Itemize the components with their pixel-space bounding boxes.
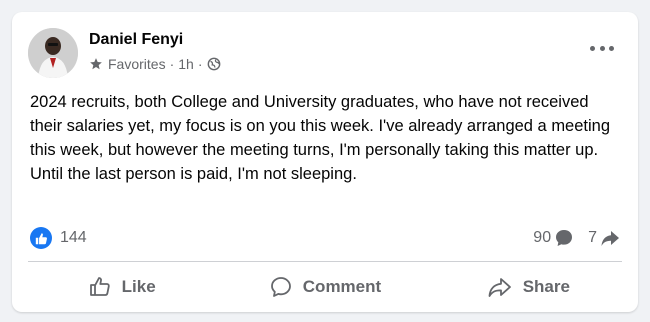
- engagement-summary: 90 7: [533, 228, 620, 248]
- globe-icon[interactable]: [207, 57, 221, 71]
- post-card: Daniel Fenyi Favorites · 1h · 2024 recru…: [12, 12, 638, 312]
- comment-button[interactable]: Comment: [223, 267, 426, 307]
- share-count-group[interactable]: 7: [588, 228, 620, 248]
- action-bar: Like Comment Share: [20, 267, 630, 307]
- more-options-button[interactable]: [590, 40, 614, 56]
- meta-separator: ·: [169, 56, 175, 72]
- like-label: Like: [121, 277, 156, 296]
- share-arrow-icon: [600, 228, 620, 248]
- comment-outline-icon: [269, 275, 293, 299]
- reaction-summary[interactable]: 144: [30, 227, 87, 249]
- dot: [599, 45, 605, 51]
- dot: [609, 45, 614, 51]
- comment-count[interactable]: 90: [533, 229, 551, 247]
- post-text: 2024 recruits, both College and Universi…: [30, 93, 611, 183]
- comment-count-group[interactable]: 90: [533, 228, 574, 248]
- comment-label: Comment: [302, 277, 382, 296]
- share-label: Share: [522, 277, 570, 296]
- reaction-count[interactable]: 144: [60, 229, 87, 247]
- post-meta: Favorites · 1h ·: [89, 56, 221, 72]
- audience-label[interactable]: Favorites: [108, 56, 166, 72]
- star-icon: [89, 57, 103, 71]
- share-count[interactable]: 7: [588, 229, 597, 247]
- divider: [28, 261, 622, 262]
- author-name[interactable]: Daniel Fenyi: [89, 31, 183, 49]
- like-button[interactable]: Like: [20, 267, 223, 307]
- meta-separator-2: ·: [197, 56, 203, 72]
- share-button[interactable]: Share: [427, 267, 630, 307]
- dot: [590, 45, 595, 51]
- avatar[interactable]: [28, 28, 78, 78]
- thumbs-up-outline-icon: [88, 275, 112, 299]
- post-timestamp[interactable]: 1h: [178, 56, 194, 72]
- share-outline-icon: [487, 275, 513, 299]
- comment-bubble-icon: [554, 228, 574, 248]
- thumbs-up-icon: [30, 227, 52, 249]
